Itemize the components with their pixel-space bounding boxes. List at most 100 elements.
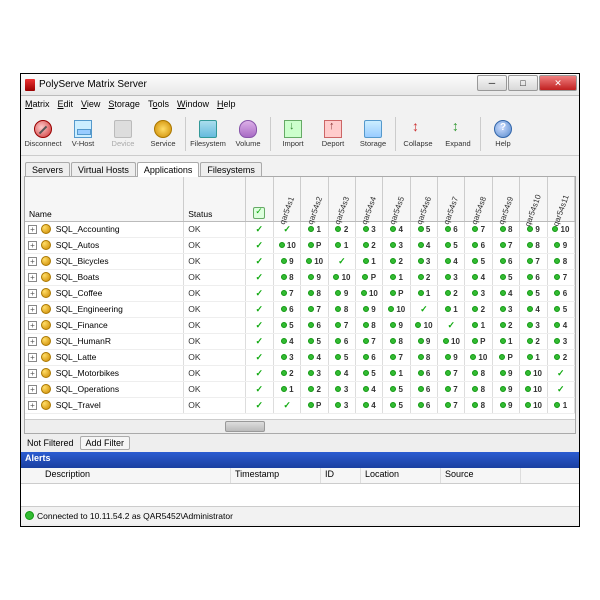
cell[interactable]: 1 bbox=[273, 381, 300, 397]
expand-icon[interactable]: + bbox=[28, 385, 37, 394]
cell[interactable]: 10 bbox=[356, 285, 383, 301]
toolbar-collapse-button[interactable]: Collapse bbox=[398, 114, 438, 153]
cell[interactable]: 2 bbox=[383, 253, 410, 269]
alerts-header[interactable]: Alerts bbox=[21, 452, 579, 468]
cell[interactable]: 6 bbox=[410, 381, 437, 397]
cell[interactable]: 4 bbox=[410, 237, 437, 253]
cell[interactable]: 10 bbox=[328, 269, 355, 285]
cell[interactable]: 6 bbox=[410, 365, 437, 381]
cell[interactable]: 3 bbox=[301, 365, 328, 381]
alerts-col-location[interactable]: Location bbox=[361, 468, 441, 483]
cell[interactable]: 8 bbox=[328, 301, 355, 317]
cell[interactable]: 1 bbox=[383, 365, 410, 381]
toolbar-storage-button[interactable]: Storage bbox=[353, 114, 393, 153]
cell[interactable]: 2 bbox=[328, 221, 355, 237]
col-check[interactable] bbox=[245, 177, 273, 221]
cell[interactable]: 8 bbox=[465, 397, 492, 413]
cell[interactable]: 3 bbox=[383, 237, 410, 253]
cell[interactable]: 3 bbox=[273, 349, 300, 365]
cell[interactable]: 10 bbox=[520, 381, 547, 397]
table-row[interactable]: + SQL_BicyclesOK✓ 9 10✓ 1 2 3 4 5 6 7 8 bbox=[25, 253, 575, 269]
maximize-button[interactable]: □ bbox=[508, 75, 538, 91]
cell[interactable]: 10 bbox=[520, 365, 547, 381]
cell[interactable]: 10 bbox=[383, 301, 410, 317]
col-server-qar54s9[interactable]: qar54s9 bbox=[492, 177, 519, 221]
cell[interactable]: 8 bbox=[547, 253, 574, 269]
cell[interactable]: 9 bbox=[438, 349, 465, 365]
cell[interactable]: 6 bbox=[410, 397, 437, 413]
cell[interactable]: 6 bbox=[492, 253, 519, 269]
menu-view[interactable]: View bbox=[81, 99, 100, 109]
cell[interactable]: 10 bbox=[273, 237, 300, 253]
cell[interactable]: P bbox=[356, 269, 383, 285]
cell[interactable]: ✓ bbox=[438, 317, 465, 333]
cell[interactable]: 5 bbox=[273, 317, 300, 333]
cell[interactable]: 5 bbox=[438, 237, 465, 253]
cell[interactable]: 9 bbox=[301, 269, 328, 285]
cell[interactable]: ✓ bbox=[547, 365, 574, 381]
cell[interactable]: 5 bbox=[492, 269, 519, 285]
cell[interactable]: 5 bbox=[410, 221, 437, 237]
expand-icon[interactable]: + bbox=[28, 369, 37, 378]
cell[interactable]: 8 bbox=[492, 221, 519, 237]
cell[interactable]: 8 bbox=[410, 349, 437, 365]
cell[interactable]: 10 bbox=[438, 333, 465, 349]
toolbar-expand-button[interactable]: Expand bbox=[438, 114, 478, 153]
table-row[interactable]: + SQL_TravelOK✓✓ P 3 4 5 6 7 8 9 10 1 bbox=[25, 397, 575, 413]
cell[interactable]: 6 bbox=[438, 221, 465, 237]
expand-icon[interactable]: + bbox=[28, 353, 37, 362]
cell[interactable]: 7 bbox=[438, 397, 465, 413]
cell[interactable]: 9 bbox=[356, 301, 383, 317]
menu-storage[interactable]: Storage bbox=[108, 99, 140, 109]
toolbar-filesystem-button[interactable]: Filesystem bbox=[188, 114, 228, 153]
table-row[interactable]: + SQL_AutosOK✓ 10 P 1 2 3 4 5 6 7 8 9 bbox=[25, 237, 575, 253]
cell[interactable]: 2 bbox=[273, 365, 300, 381]
col-server-qar54s7[interactable]: qar54s7 bbox=[438, 177, 465, 221]
menu-edit[interactable]: Edit bbox=[58, 99, 74, 109]
expand-icon[interactable]: + bbox=[28, 305, 37, 314]
cell[interactable]: 5 bbox=[465, 253, 492, 269]
cell[interactable]: 3 bbox=[465, 285, 492, 301]
expand-icon[interactable]: + bbox=[28, 337, 37, 346]
cell[interactable]: 10 bbox=[410, 317, 437, 333]
cell[interactable]: 6 bbox=[520, 269, 547, 285]
cell[interactable]: 2 bbox=[410, 269, 437, 285]
table-row[interactable]: + SQL_FinanceOK✓ 5 6 7 8 9 10✓ 1 2 3 4 bbox=[25, 317, 575, 333]
cell[interactable]: 5 bbox=[520, 285, 547, 301]
cell[interactable]: 1 bbox=[356, 253, 383, 269]
cell[interactable]: 7 bbox=[438, 365, 465, 381]
cell[interactable]: 5 bbox=[301, 333, 328, 349]
cell[interactable]: ✓ bbox=[273, 221, 300, 237]
cell[interactable]: 1 bbox=[492, 333, 519, 349]
cell[interactable]: 1 bbox=[520, 349, 547, 365]
cell[interactable]: 7 bbox=[465, 221, 492, 237]
menu-window[interactable]: Window bbox=[177, 99, 209, 109]
cell[interactable]: 4 bbox=[356, 381, 383, 397]
cell[interactable]: 7 bbox=[520, 253, 547, 269]
table-row[interactable]: + SQL_CoffeeOK✓ 7 8 9 10 P 1 2 3 4 5 6 bbox=[25, 285, 575, 301]
cell[interactable]: 6 bbox=[273, 301, 300, 317]
cell[interactable]: 8 bbox=[273, 269, 300, 285]
cell[interactable]: 4 bbox=[356, 397, 383, 413]
tab-virtual-hosts[interactable]: Virtual Hosts bbox=[71, 162, 136, 177]
alerts-col-timestamp[interactable]: Timestamp bbox=[231, 468, 321, 483]
col-server-qar54s10[interactable]: qar54s10 bbox=[520, 177, 547, 221]
cell[interactable]: 10 bbox=[520, 397, 547, 413]
menu-tools[interactable]: Tools bbox=[148, 99, 169, 109]
cell[interactable]: 7 bbox=[438, 381, 465, 397]
cell[interactable]: 8 bbox=[520, 237, 547, 253]
cell[interactable]: 5 bbox=[328, 349, 355, 365]
cell[interactable]: 4 bbox=[438, 253, 465, 269]
cell[interactable]: ✓ bbox=[547, 381, 574, 397]
cell[interactable]: 4 bbox=[465, 269, 492, 285]
cell[interactable]: 1 bbox=[383, 269, 410, 285]
cell[interactable]: 5 bbox=[383, 381, 410, 397]
cell[interactable]: 3 bbox=[328, 397, 355, 413]
cell[interactable]: 1 bbox=[301, 221, 328, 237]
col-server-qar54s8[interactable]: qar54s8 bbox=[465, 177, 492, 221]
cell[interactable]: ✓ bbox=[273, 397, 300, 413]
col-server-qar54s6[interactable]: qar54s6 bbox=[410, 177, 437, 221]
cell[interactable]: P bbox=[465, 333, 492, 349]
cell[interactable]: 7 bbox=[492, 237, 519, 253]
cell[interactable]: 1 bbox=[438, 301, 465, 317]
